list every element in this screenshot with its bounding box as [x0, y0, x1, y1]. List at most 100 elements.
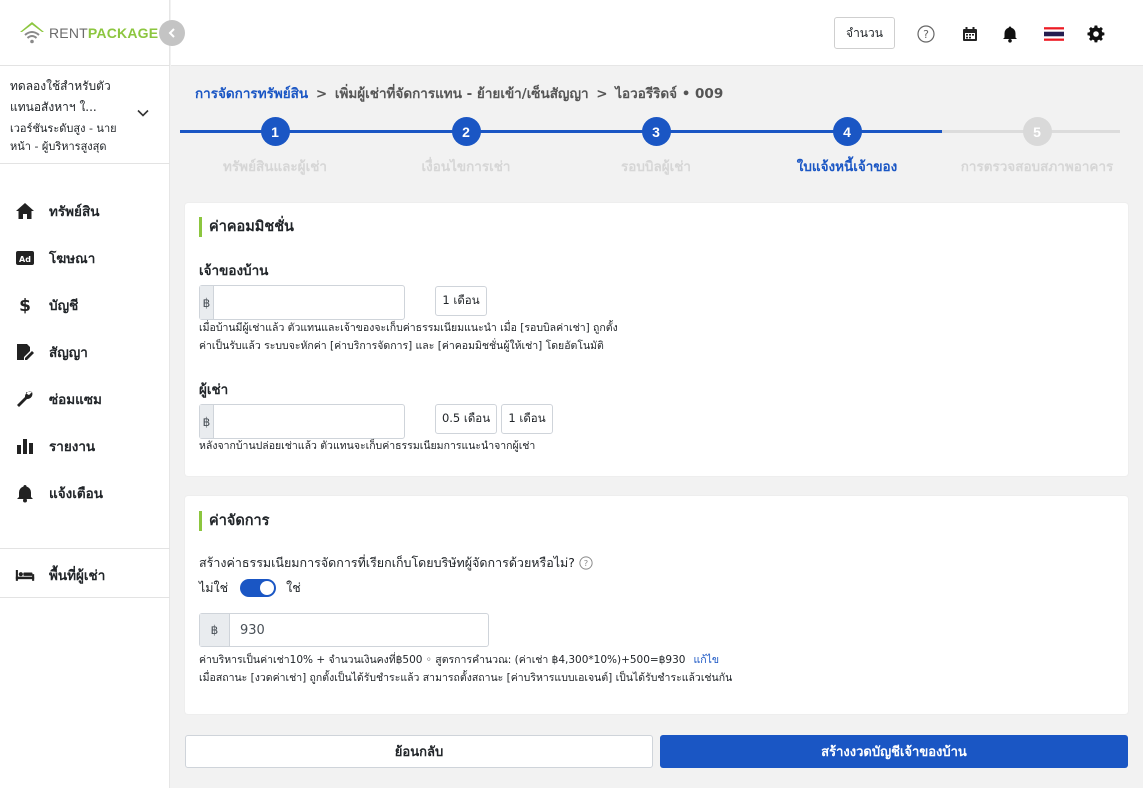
sidebar-item-label: พื้นที่ผู้เช่า: [49, 568, 106, 584]
tenant-commission-input-group: ฿: [199, 404, 405, 439]
stepper: 1 ทรัพย์สินและผู้เช่า 2 เงื่อนไขการเช่า …: [180, 117, 1120, 177]
owner-1-month-chip[interactable]: 1 เดือน: [435, 286, 487, 316]
svg-text:Ad: Ad: [19, 255, 31, 264]
step-3[interactable]: 3 รอบบิลผู้เช่า: [561, 117, 751, 177]
toggle-yes-label: ใช่: [286, 580, 301, 595]
toggle-knob: [260, 581, 275, 595]
logo[interactable]: RENTPACKAGE: [17, 18, 158, 48]
breadcrumb-separator: >: [315, 86, 328, 102]
step-label: รอบบิลผู้เช่า: [620, 159, 692, 175]
step-number: 3: [641, 117, 671, 146]
management-fee-card: ค่าจัดการ สร้างค่าธรรมเนียมการจัดการที่เ…: [185, 496, 1128, 714]
bell-icon: [14, 482, 36, 504]
ad-icon: Ad: [14, 247, 36, 269]
currency-prefix: ฿: [200, 405, 214, 438]
amount-button[interactable]: จำนวน: [834, 17, 895, 49]
management-help-text-1: ค่าบริหารเป็นค่าเช่า10% + จำนวนเงินคงที่…: [199, 651, 719, 669]
bed-icon: [14, 564, 36, 586]
sidebar-item-property[interactable]: ทรัพย์สิน: [14, 199, 99, 223]
help-icon[interactable]: ?: [579, 556, 593, 570]
account-switcher[interactable]: ทดลองใช้สำหรับตัวแทนอสังหาฯ ใ... เวอร์ชั…: [10, 76, 160, 156]
sidebar-item-tenant-area[interactable]: พื้นที่ผู้เช่า: [14, 563, 105, 587]
wrench-icon: [14, 388, 36, 410]
edit-formula-link[interactable]: แก้ไข: [693, 654, 719, 666]
sidebar-item-label: ทรัพย์สิน: [49, 204, 100, 220]
owner-label: เจ้าของบ้าน: [199, 263, 269, 279]
breadcrumb-middle: เพิ่มผู้เช่าที่จัดการแทน - ย้ายเข้า/เซ็น…: [334, 86, 589, 102]
create-owner-invoice-button[interactable]: สร้างงวดบัญชีเจ้าของบ้าน: [660, 735, 1128, 768]
calendar-icon[interactable]: [960, 24, 980, 44]
commission-card: ค่าคอมมิชชั่น เจ้าของบ้าน ฿ 1 เดือน เมื่…: [185, 203, 1128, 476]
chevron-down-icon[interactable]: [136, 106, 150, 120]
help-icon[interactable]: ?: [916, 24, 936, 44]
dollar-icon: $: [14, 294, 36, 316]
management-fee-toggle[interactable]: [240, 579, 277, 597]
brand-name-part1: RENT: [49, 25, 88, 41]
management-help-text-2: เมื่อสถานะ [งวดค่าเช่า] ถูกตั้งเป็นได้รั…: [199, 672, 733, 684]
tenant-help-text: หลังจากบ้านปล่อยเช่าแล้ว ตัวแทนจะเก็บค่า…: [199, 440, 536, 452]
management-fee-input-group: ฿: [199, 613, 489, 647]
step-label: การตรวจสอบสภาพอาคาร: [960, 159, 1114, 175]
thai-flag-icon[interactable]: [1043, 24, 1065, 44]
management-toggle-row: ไม่ใช่ ใช่: [199, 578, 301, 598]
step-2[interactable]: 2 เงื่อนไขการเช่า: [371, 117, 561, 177]
step-number: 2: [451, 117, 481, 146]
step-label: ทรัพย์สินและผู้เช่า: [223, 159, 327, 175]
sidebar: RENTPACKAGE ทดลองใช้สำหรับตัวแทนอสังหาฯ …: [0, 0, 170, 788]
step-label: เงื่อนไขการเช่า: [421, 159, 511, 175]
sidebar-item-label: สัญญา: [49, 345, 88, 361]
tenant-1-month-chip[interactable]: 1 เดือน: [501, 404, 553, 434]
owner-help-text-1: เมื่อบ้านมีผู้เช่าแล้ว ตัวแทนและเจ้าของจ…: [199, 322, 618, 334]
currency-prefix: ฿: [200, 614, 230, 646]
sidebar-item-contracts[interactable]: สัญญา: [14, 340, 88, 364]
toggle-no-label: ไม่ใช่: [199, 580, 229, 595]
bell-icon[interactable]: [1000, 24, 1020, 44]
management-title: ค่าจัดการ: [199, 511, 269, 531]
svg-text:?: ?: [584, 558, 588, 568]
account-role: เวอร์ชันระดับสูง - นายหน้า - ผู้บริหารสู…: [10, 122, 117, 153]
chart-bar-icon: [14, 435, 36, 457]
currency-prefix: ฿: [200, 286, 214, 319]
commission-title: ค่าคอมมิชชั่น: [199, 217, 294, 237]
step-number: 1: [260, 117, 290, 146]
management-question-row: สร้างค่าธรรมเนียมการจัดการที่เรียกเก็บโด…: [199, 553, 593, 573]
wifi-house-logo-icon: [20, 22, 44, 44]
breadcrumb: การจัดการทรัพย์สิน > เพิ่มผู้เช่าที่จัดก…: [195, 82, 723, 104]
owner-commission-input-group: ฿: [199, 285, 405, 320]
sidebar-item-label: โฆษณา: [49, 251, 96, 267]
chevron-left-icon: [168, 28, 175, 38]
step-number: 5: [1022, 117, 1052, 146]
step-label-active: ใบแจ้งหนี้เจ้าของ: [796, 159, 898, 175]
breadcrumb-root-link[interactable]: การจัดการทรัพย์สิน: [195, 86, 308, 102]
sidebar-item-reports[interactable]: รายงาน: [14, 434, 95, 458]
collapse-sidebar-button[interactable]: [159, 20, 185, 46]
management-formula-text: ค่าบริหารเป็นค่าเช่า10% + จำนวนเงินคงที่…: [199, 654, 686, 666]
svg-text:$: $: [19, 296, 31, 315]
sidebar-item-ads[interactable]: Ad โฆษณา: [14, 246, 95, 270]
sidebar-item-accounts[interactable]: $ บัญชี: [14, 293, 78, 317]
sidebar-item-label: รายงาน: [49, 439, 96, 455]
divider: [0, 65, 170, 66]
divider: [0, 597, 170, 598]
management-question: สร้างค่าธรรมเนียมการจัดการที่เรียกเก็บโด…: [199, 555, 575, 570]
sidebar-item-notifications[interactable]: แจ้งเตือน: [14, 481, 103, 505]
step-5[interactable]: 5 การตรวจสอบสภาพอาคาร: [942, 117, 1132, 177]
contract-icon: [14, 341, 36, 363]
step-4[interactable]: 4 ใบแจ้งหนี้เจ้าของ: [752, 117, 942, 177]
step-number: 4: [832, 117, 862, 146]
home-icon: [14, 200, 36, 222]
step-1[interactable]: 1 ทรัพย์สินและผู้เช่า: [180, 117, 370, 177]
tenant-label: ผู้เช่า: [199, 382, 229, 398]
owner-commission-input[interactable]: [214, 286, 404, 319]
gear-icon[interactable]: [1086, 24, 1106, 44]
tenant-half-month-chip[interactable]: 0.5 เดือน: [435, 404, 497, 434]
sidebar-item-repairs[interactable]: ซ่อมแซม: [14, 387, 102, 411]
sidebar-item-label: บัญชี: [49, 298, 79, 314]
breadcrumb-current: ไอวอรีริดจ์ • 009: [615, 86, 724, 102]
tenant-commission-input[interactable]: [214, 405, 404, 438]
management-fee-input[interactable]: [230, 614, 488, 646]
breadcrumb-separator: >: [596, 86, 608, 102]
brand-name-part2: PACKAGE: [87, 25, 159, 41]
svg-text:?: ?: [923, 28, 929, 41]
back-button[interactable]: ย้อนกลับ: [185, 735, 653, 768]
